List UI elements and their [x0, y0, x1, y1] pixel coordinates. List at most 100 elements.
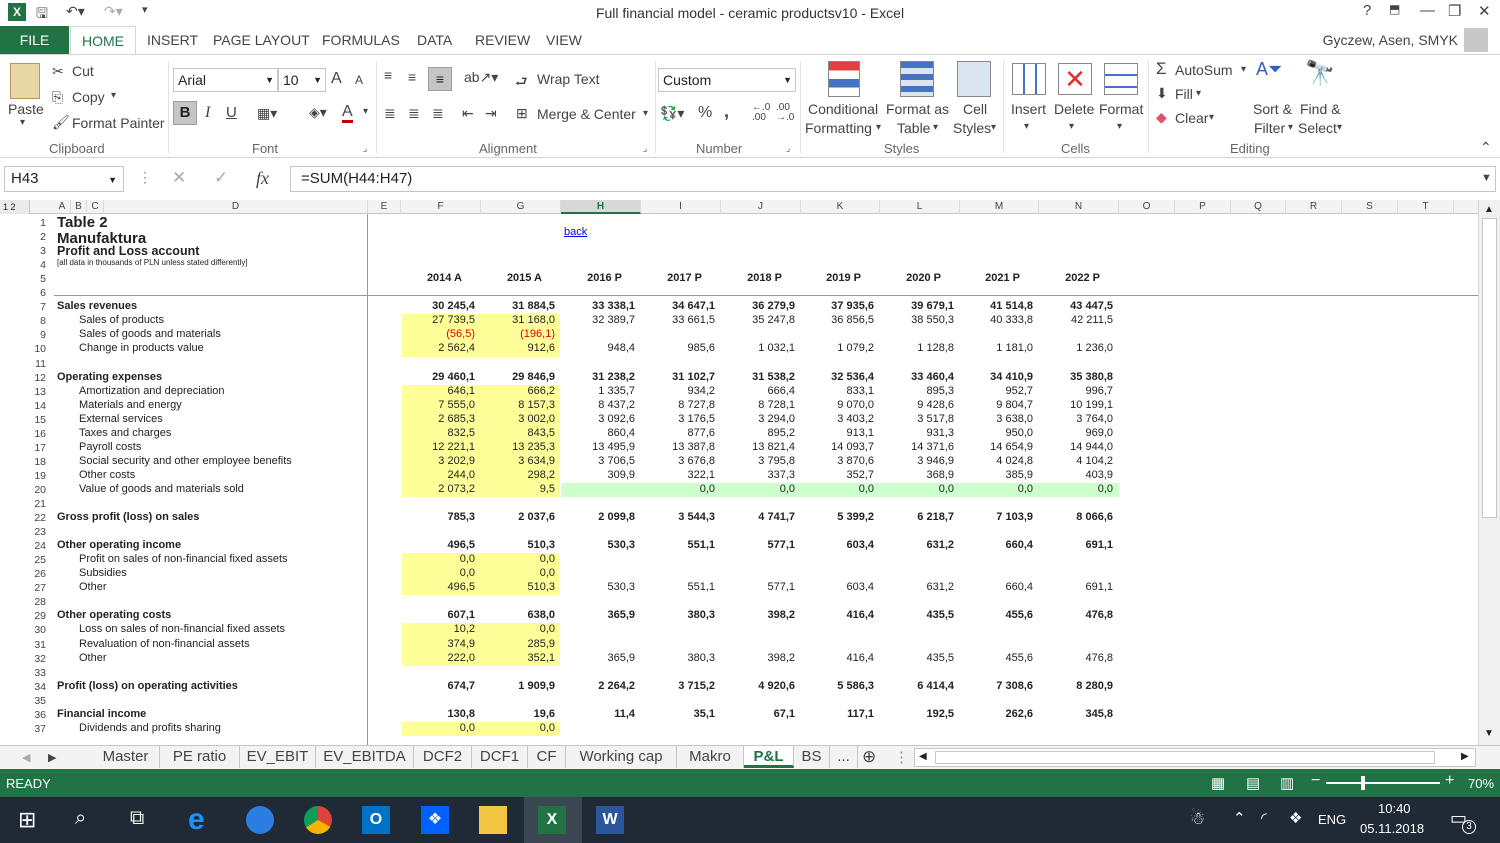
- cell-n12[interactable]: 35 380,8: [1039, 371, 1113, 383]
- cell-f18[interactable]: 3 202,9: [401, 455, 475, 467]
- cell-j8[interactable]: 35 247,8: [721, 314, 795, 326]
- horizontal-scrollbar[interactable]: ◀ ▶: [914, 748, 1476, 767]
- align-top-icon[interactable]: ≡: [384, 67, 392, 83]
- cell-i10[interactable]: 985,6: [641, 342, 715, 354]
- cell-i36[interactable]: 35,1: [641, 708, 715, 720]
- cell-j13[interactable]: 666,4: [721, 385, 795, 397]
- people-icon[interactable]: ☃: [1190, 809, 1205, 829]
- tab-view[interactable]: VIEW: [546, 32, 582, 48]
- cell-f17[interactable]: 12 221,1: [401, 441, 475, 453]
- sheet-tab-ev-ebit[interactable]: EV_EBIT: [240, 746, 316, 768]
- underline-button[interactable]: U: [226, 104, 237, 121]
- cell-m36[interactable]: 262,6: [960, 708, 1033, 720]
- cell-k36[interactable]: 117,1: [801, 708, 874, 720]
- cell-k20[interactable]: 0,0: [801, 483, 874, 495]
- fill-color-icon[interactable]: ◈▾: [309, 104, 327, 121]
- cancel-entry-icon[interactable]: ✕: [172, 168, 186, 188]
- cell-j12[interactable]: 31 538,2: [721, 371, 795, 383]
- fill-icon[interactable]: ⬇: [1156, 85, 1168, 102]
- paste-button[interactable]: Paste: [8, 101, 44, 117]
- cell-n15[interactable]: 3 764,0: [1039, 413, 1113, 425]
- decrease-indent-icon[interactable]: ⇤: [462, 105, 474, 122]
- fill-button[interactable]: Fill: [1175, 86, 1193, 102]
- cell-i12[interactable]: 31 102,7: [641, 371, 715, 383]
- row-header[interactable]: 12: [0, 372, 50, 384]
- cell-g22[interactable]: 2 037,6: [481, 511, 555, 523]
- chrome-icon[interactable]: [304, 806, 332, 834]
- column-header-s[interactable]: S: [1342, 200, 1398, 214]
- cell-j24[interactable]: 577,1: [721, 539, 795, 551]
- column-header-t[interactable]: T: [1398, 200, 1454, 214]
- cell-k15[interactable]: 3 403,2: [801, 413, 874, 425]
- cell-i22[interactable]: 3 544,3: [641, 511, 715, 523]
- row-header[interactable]: 32: [0, 653, 50, 665]
- cell-k19[interactable]: 352,7: [801, 469, 874, 481]
- cell-g14[interactable]: 8 157,3: [481, 399, 555, 411]
- row-header[interactable]: 31: [0, 639, 50, 651]
- cell-h34[interactable]: 2 264,2: [561, 680, 635, 692]
- cell-g24[interactable]: 510,3: [481, 539, 555, 551]
- cell-l27[interactable]: 631,2: [880, 581, 954, 593]
- scroll-up-icon[interactable]: ▲: [1484, 204, 1494, 215]
- file-explorer-icon[interactable]: [479, 806, 507, 834]
- row-header[interactable]: 11: [0, 358, 50, 370]
- column-header-a[interactable]: A: [54, 200, 71, 214]
- find-select-icon[interactable]: 🔭: [1305, 59, 1335, 88]
- row-header[interactable]: 15: [0, 414, 50, 426]
- copy-button[interactable]: Copy: [72, 89, 105, 105]
- cell-h13[interactable]: 1 335,7: [561, 385, 635, 397]
- insert-cells-icon[interactable]: [1012, 63, 1046, 95]
- cell-g12[interactable]: 29 846,9: [481, 371, 555, 383]
- column-header-b[interactable]: B: [71, 200, 87, 214]
- tab-insert[interactable]: INSERT: [147, 32, 198, 48]
- show-hidden-icons-icon[interactable]: ⌃: [1233, 809, 1246, 827]
- cell-h12[interactable]: 31 238,2: [561, 371, 635, 383]
- grow-font-button[interactable]: A: [331, 70, 342, 88]
- cell-f16[interactable]: 832,5: [401, 427, 475, 439]
- tab-data[interactable]: DATA: [417, 32, 452, 48]
- align-middle-icon[interactable]: ≡: [408, 69, 416, 85]
- cell-i29[interactable]: 380,3: [641, 609, 715, 621]
- outlook-icon[interactable]: O: [362, 806, 390, 834]
- insert-cells-button[interactable]: Insert: [1011, 101, 1046, 117]
- column-header-c[interactable]: C: [87, 200, 104, 214]
- insert-function-button[interactable]: fx: [256, 168, 269, 189]
- cell-l22[interactable]: 6 218,7: [880, 511, 954, 523]
- row-header[interactable]: 27: [0, 582, 50, 594]
- decrease-decimal-button[interactable]: .00 →.0: [776, 103, 794, 123]
- autosum-icon[interactable]: Σ: [1156, 59, 1167, 79]
- cell-m22[interactable]: 7 103,9: [960, 511, 1033, 523]
- cell-h17[interactable]: 13 495,9: [561, 441, 635, 453]
- column-header-f[interactable]: F: [401, 200, 481, 214]
- cell-j17[interactable]: 13 821,4: [721, 441, 795, 453]
- cell-h16[interactable]: 860,4: [561, 427, 635, 439]
- row-header[interactable]: 7: [0, 301, 50, 313]
- cell-j20[interactable]: 0,0: [721, 483, 795, 495]
- scroll-left-icon[interactable]: ◀: [919, 751, 927, 762]
- restore-button[interactable]: ❐: [1448, 2, 1461, 20]
- collapse-ribbon-icon[interactable]: ⌃: [1480, 139, 1492, 156]
- cell-g36[interactable]: 19,6: [481, 708, 555, 720]
- column-header-g[interactable]: G: [481, 200, 561, 214]
- zoom-level[interactable]: 70%: [1468, 776, 1494, 791]
- cell-f26[interactable]: 0,0: [401, 567, 475, 579]
- cell-i7[interactable]: 34 647,1: [641, 300, 715, 312]
- cell-n19[interactable]: 403,9: [1039, 469, 1113, 481]
- cell-n32[interactable]: 476,8: [1039, 652, 1113, 664]
- cell-m14[interactable]: 9 804,7: [960, 399, 1033, 411]
- cell-k10[interactable]: 1 079,2: [801, 342, 874, 354]
- cell-i32[interactable]: 380,3: [641, 652, 715, 664]
- add-sheet-icon[interactable]: ⊕: [862, 747, 876, 767]
- sheet-tab-bs[interactable]: BS: [794, 746, 830, 768]
- cell-m15[interactable]: 3 638,0: [960, 413, 1033, 425]
- clock-time[interactable]: 10:40: [1378, 801, 1411, 816]
- cell-f22[interactable]: 785,3: [401, 511, 475, 523]
- cell-m7[interactable]: 41 514,8: [960, 300, 1033, 312]
- task-view-icon[interactable]: ⧉: [130, 807, 144, 830]
- sheet-tab-dcf2[interactable]: DCF2: [414, 746, 472, 768]
- cell-k22[interactable]: 5 399,2: [801, 511, 874, 523]
- row-header[interactable]: 4: [0, 259, 50, 271]
- cell-g7[interactable]: 31 884,5: [481, 300, 555, 312]
- cell-f9[interactable]: (56,5): [401, 328, 475, 340]
- cell-k12[interactable]: 32 536,4: [801, 371, 874, 383]
